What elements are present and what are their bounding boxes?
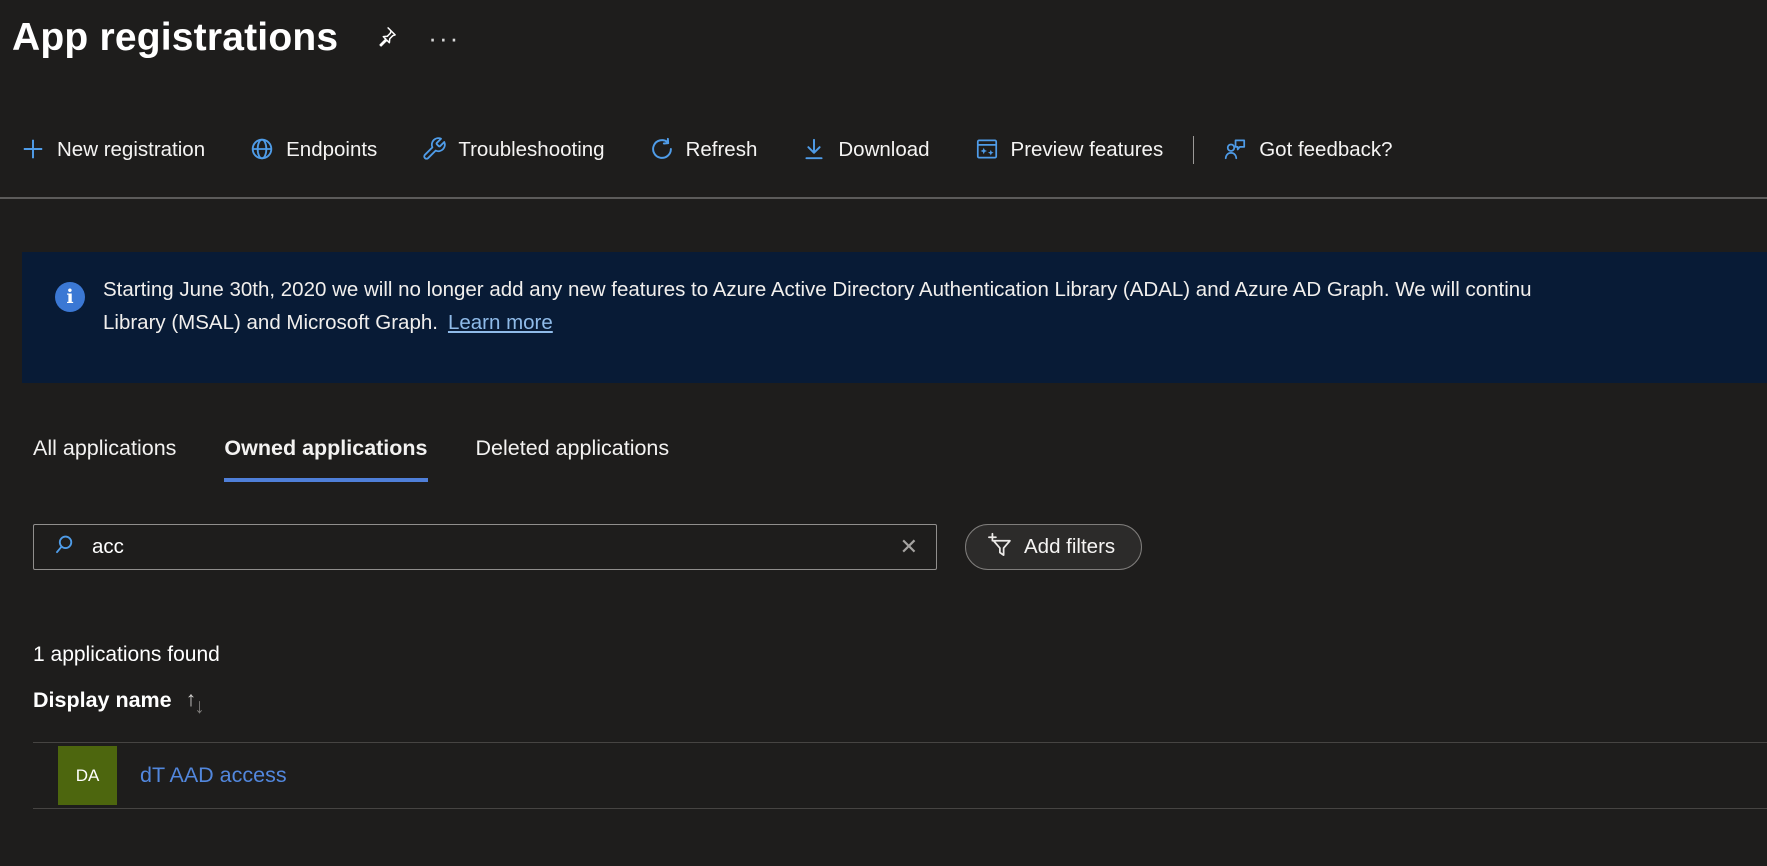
tab-owned-applications[interactable]: Owned applications: [224, 436, 427, 482]
search-icon: [52, 532, 78, 563]
deprecation-info-banner: i Starting June 30th, 2020 we will no lo…: [22, 252, 1767, 383]
banner-line2-text: Library (MSAL) and Microsoft Graph.: [103, 311, 438, 334]
close-icon: ✕: [900, 534, 918, 559]
pin-button[interactable]: [372, 23, 400, 54]
sort-descending-icon: ↓: [194, 695, 205, 719]
pin-icon: [372, 23, 400, 54]
page-header: App registrations ···: [12, 16, 460, 60]
troubleshooting-button[interactable]: Troubleshooting: [421, 136, 604, 165]
download-icon: [801, 136, 838, 165]
info-icon: i: [55, 282, 85, 312]
globe-icon: [249, 136, 286, 165]
app-display-name-link[interactable]: dT AAD access: [140, 763, 287, 788]
refresh-icon: [649, 136, 686, 165]
application-tabs: All applications Owned applications Dele…: [33, 436, 717, 482]
refresh-button[interactable]: Refresh: [649, 136, 758, 165]
search-filter-row: ✕ Add filters: [33, 524, 1142, 570]
banner-line1: Starting June 30th, 2020 we will no long…: [103, 273, 1767, 306]
tab-deleted-applications[interactable]: Deleted applications: [476, 436, 670, 482]
add-filters-button[interactable]: Add filters: [965, 524, 1142, 570]
got-feedback-button[interactable]: Got feedback?: [1222, 136, 1392, 165]
banner-line2: Library (MSAL) and Microsoft Graph. Learn…: [103, 306, 1767, 339]
ellipsis-icon: ···: [428, 33, 460, 43]
display-name-column-header[interactable]: Display name ↑ ↓: [33, 688, 205, 713]
more-options-button[interactable]: ···: [428, 33, 460, 43]
learn-more-link[interactable]: Learn more: [448, 311, 553, 334]
feedback-icon: [1222, 136, 1259, 165]
toolbar-divider: [0, 197, 1767, 199]
results-count: 1 applications found: [33, 643, 220, 667]
table-row: DA dT AAD access: [33, 742, 1767, 809]
preview-features-button[interactable]: Preview features: [974, 136, 1164, 165]
clear-search-button[interactable]: ✕: [894, 534, 924, 560]
preview-features-icon: [974, 136, 1011, 165]
download-button[interactable]: Download: [801, 136, 929, 165]
toolbar-separator: [1193, 136, 1194, 164]
page-title: App registrations: [12, 16, 338, 60]
command-bar: New registration Endpoints Troubleshooti…: [20, 128, 1437, 172]
new-registration-button[interactable]: New registration: [20, 136, 205, 165]
search-input[interactable]: [92, 535, 894, 559]
filter-icon: [986, 532, 1024, 563]
wrench-icon: [421, 136, 458, 165]
search-box: ✕: [33, 524, 937, 570]
avatar: DA: [58, 746, 117, 805]
endpoints-button[interactable]: Endpoints: [249, 136, 377, 165]
banner-text: Starting June 30th, 2020 we will no long…: [103, 273, 1767, 339]
tab-all-applications[interactable]: All applications: [33, 436, 176, 482]
plus-icon: [20, 136, 57, 165]
